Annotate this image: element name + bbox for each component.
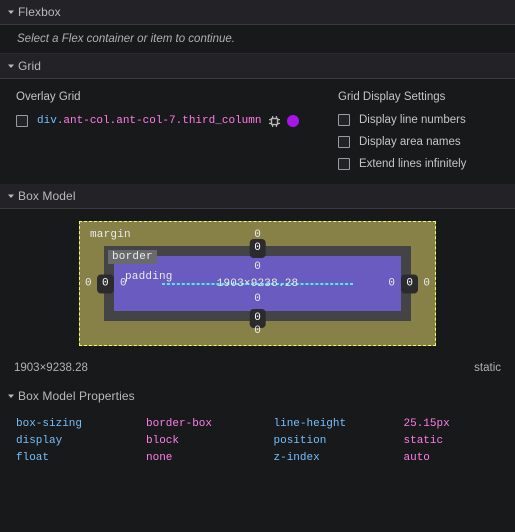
box-model-properties-title: Box Model Properties <box>18 388 135 403</box>
setting-display-line-numbers[interactable]: Display line numbers <box>338 114 515 126</box>
overlay-grid-item[interactable]: div.ant-col.ant-col-7.third_column <box>16 114 338 128</box>
border-left-value[interactable]: 0 <box>97 274 114 293</box>
overlay-grid-selector-tag: div <box>37 115 57 127</box>
box-model-info-row: 1903×9238.28 static <box>0 354 515 383</box>
box-model-content-region[interactable]: 1903×9238.28 <box>162 278 353 290</box>
overlay-grid-checkbox[interactable] <box>16 115 28 127</box>
box-model-properties-header[interactable]: Box Model Properties <box>0 383 515 408</box>
property-row[interactable]: float none <box>16 450 258 467</box>
flexbox-empty-message: Select a Flex container or item to conti… <box>17 33 235 45</box>
property-row[interactable]: z-index auto <box>274 450 515 467</box>
border-right-value[interactable]: 0 <box>401 274 418 293</box>
display-area-names-checkbox[interactable] <box>338 136 350 148</box>
property-name: box-sizing <box>16 418 83 430</box>
box-model-border-label: border <box>108 250 157 264</box>
margin-left-value[interactable]: 0 <box>85 278 92 289</box>
grid-target-icon[interactable] <box>267 114 281 128</box>
box-model-section-body: 1903×9238.28 margin border padding 0 0 0… <box>0 209 515 354</box>
setting-display-area-names[interactable]: Display area names <box>338 136 515 148</box>
padding-right-value[interactable]: 0 <box>388 278 395 289</box>
padding-left-value[interactable]: 0 <box>120 278 127 289</box>
triangle-down-icon <box>4 59 18 73</box>
property-value: border-box <box>146 418 213 430</box>
flexbox-section-title: Flexbox <box>18 5 61 19</box>
grid-display-settings-column: Grid Display Settings Display line numbe… <box>338 91 515 170</box>
property-row[interactable]: line-height 25.15px <box>274 416 515 433</box>
flexbox-section-header[interactable]: Flexbox <box>0 0 515 25</box>
grid-section-body: Overlay Grid div.ant-col.ant-col-7.third… <box>0 79 515 184</box>
margin-bottom-value[interactable]: 0 <box>254 326 261 337</box>
property-name: position <box>273 435 327 447</box>
property-value: auto <box>403 452 430 464</box>
box-model-padding-label: padding <box>125 271 173 283</box>
box-model-section-header[interactable]: Box Model <box>0 184 515 209</box>
property-name: line-height <box>273 418 347 430</box>
box-model-properties-body: box-sizing border-box display block floa… <box>0 408 515 477</box>
setting-extend-lines-infinitely[interactable]: Extend lines infinitely <box>338 158 515 170</box>
triangle-down-icon <box>4 389 18 403</box>
padding-bottom-value[interactable]: 0 <box>254 294 261 305</box>
property-value: static <box>403 435 444 447</box>
display-line-numbers-label: Display line numbers <box>359 114 466 126</box>
box-model-element-position: static <box>474 362 501 374</box>
padding-top-value[interactable]: 0 <box>254 262 261 273</box>
triangle-down-icon <box>4 189 18 203</box>
border-top-value[interactable]: 0 <box>249 239 266 258</box>
property-row[interactable]: box-sizing border-box <box>16 416 258 433</box>
property-value: block <box>146 435 180 447</box>
grid-section-title: Grid <box>18 59 42 73</box>
property-row[interactable]: position static <box>274 433 515 450</box>
box-model-section-title: Box Model <box>18 189 76 203</box>
extend-lines-infinitely-label: Extend lines infinitely <box>359 158 467 170</box>
extend-lines-infinitely-checkbox[interactable] <box>338 158 350 170</box>
overlay-grid-label: Overlay Grid <box>16 91 81 103</box>
flexbox-section-body: Select a Flex container or item to conti… <box>0 25 515 54</box>
property-name: z-index <box>273 452 320 464</box>
properties-left-column: box-sizing border-box display block floa… <box>0 416 258 467</box>
overlay-grid-selector-classes: .ant-col.ant-col-7.third_column <box>56 115 262 127</box>
triangle-down-icon <box>4 5 18 19</box>
display-area-names-label: Display area names <box>359 136 461 148</box>
property-row[interactable]: display block <box>16 433 258 450</box>
box-model-element-size: 1903×9238.28 <box>14 362 88 374</box>
margin-right-value[interactable]: 0 <box>423 278 430 289</box>
grid-section-header[interactable]: Grid <box>0 54 515 79</box>
properties-right-column: line-height 25.15px position static z-in… <box>258 416 515 467</box>
box-model-margin-label: margin <box>90 229 131 241</box>
grid-color-swatch[interactable] <box>287 115 300 127</box>
display-line-numbers-checkbox[interactable] <box>338 114 350 126</box>
box-model-diagram: 1903×9238.28 margin border padding 0 0 0… <box>79 221 436 346</box>
overlay-grid-column: Overlay Grid div.ant-col.ant-col-7.third… <box>0 91 338 170</box>
overlay-grid-selector: div.ant-col.ant-col-7.third_column <box>37 115 261 127</box>
property-value: none <box>146 452 173 464</box>
property-name: display <box>16 435 63 447</box>
property-value: 25.15px <box>403 418 450 430</box>
property-name: float <box>16 452 50 464</box>
grid-display-settings-label: Grid Display Settings <box>338 91 446 103</box>
box-model-content-size: 1903×9238.28 <box>216 278 299 290</box>
